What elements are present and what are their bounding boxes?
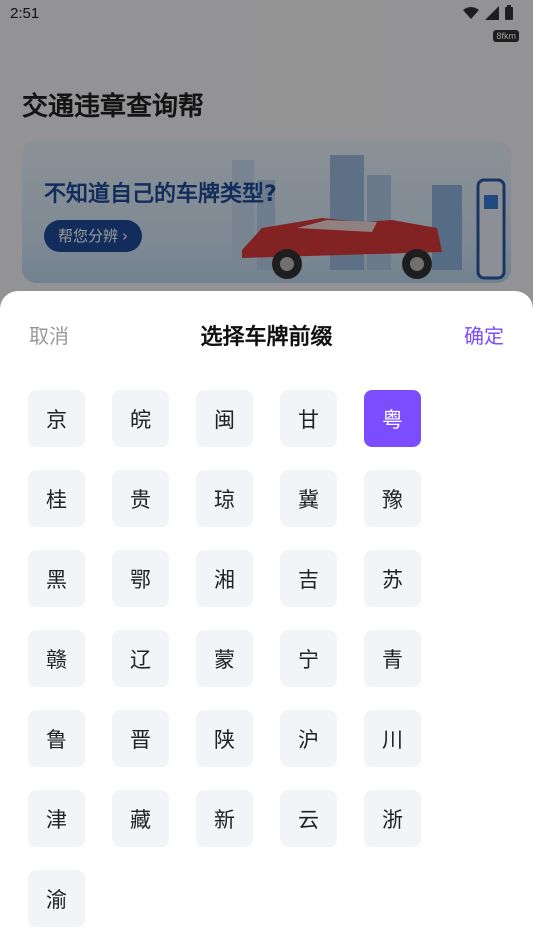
province-key[interactable]: 贵 xyxy=(112,470,169,527)
province-key[interactable]: 桂 xyxy=(28,470,85,527)
province-key[interactable]: 宁 xyxy=(280,630,337,687)
province-key[interactable]: 黑 xyxy=(28,550,85,607)
province-key[interactable]: 晋 xyxy=(112,710,169,767)
province-key[interactable]: 鄂 xyxy=(112,550,169,607)
province-key[interactable]: 湘 xyxy=(196,550,253,607)
province-key[interactable]: 青 xyxy=(364,630,421,687)
province-key[interactable]: 豫 xyxy=(364,470,421,527)
province-key[interactable]: 鲁 xyxy=(28,710,85,767)
province-key[interactable]: 琼 xyxy=(196,470,253,527)
province-key[interactable]: 藏 xyxy=(112,790,169,847)
province-key[interactable]: 云 xyxy=(280,790,337,847)
province-key[interactable]: 蒙 xyxy=(196,630,253,687)
province-key[interactable]: 沪 xyxy=(280,710,337,767)
province-key[interactable]: 冀 xyxy=(280,470,337,527)
province-key[interactable]: 浙 xyxy=(364,790,421,847)
confirm-button[interactable]: 确定 xyxy=(464,320,504,349)
cancel-button[interactable]: 取消 xyxy=(29,320,69,349)
province-key[interactable]: 皖 xyxy=(112,390,169,447)
province-key[interactable]: 辽 xyxy=(112,630,169,687)
province-key[interactable]: 津 xyxy=(28,790,85,847)
province-key-grid: 京皖闽甘粤桂贵琼冀豫黑鄂湘吉苏赣辽蒙宁青鲁晋陕沪川津藏新云浙渝 xyxy=(28,390,428,927)
province-key[interactable]: 甘 xyxy=(280,390,337,447)
province-key[interactable]: 粤 xyxy=(364,390,421,447)
province-key[interactable]: 渝 xyxy=(28,870,85,927)
sheet-title: 选择车牌前缀 xyxy=(200,325,333,350)
province-key[interactable]: 川 xyxy=(364,710,421,767)
province-key[interactable]: 京 xyxy=(28,390,85,447)
province-key[interactable]: 吉 xyxy=(280,550,337,607)
plate-prefix-sheet: 选择车牌前缀 取消 确定 京皖闽甘粤桂贵琼冀豫黑鄂湘吉苏赣辽蒙宁青鲁晋陕沪川津藏… xyxy=(0,291,533,948)
province-key[interactable]: 新 xyxy=(196,790,253,847)
province-key[interactable]: 闽 xyxy=(196,390,253,447)
province-key[interactable]: 苏 xyxy=(364,550,421,607)
province-key[interactable]: 陕 xyxy=(196,710,253,767)
province-key[interactable]: 赣 xyxy=(28,630,85,687)
